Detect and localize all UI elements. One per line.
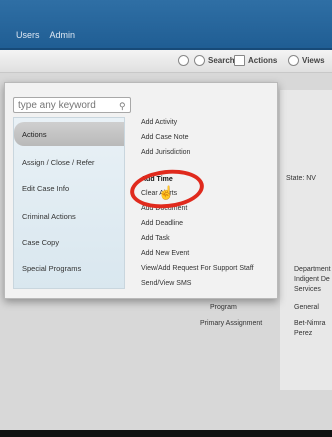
- program-label: Program: [210, 304, 237, 311]
- keyword-search-input[interactable]: [13, 97, 131, 113]
- state-field: State: NV: [286, 175, 316, 182]
- action-add-jurisdiction[interactable]: Add Jurisdiction: [141, 149, 190, 156]
- primary-assignment-label: Primary Assignment: [200, 320, 263, 327]
- action-send-view-sms[interactable]: Send/View SMS: [141, 280, 191, 287]
- category-case-copy[interactable]: Case Copy: [14, 230, 124, 254]
- department-line-2: Indigent De: [294, 276, 330, 283]
- primary-assignment-line-1: Bet-Nimra: [294, 320, 326, 327]
- category-criminal-actions[interactable]: Criminal Actions: [14, 204, 124, 228]
- top-nav: Users Admin: [16, 30, 83, 40]
- action-view-add-request-support-staff[interactable]: View/Add Request For Support Staff: [141, 265, 254, 272]
- category-list: Actions Assign / Close / Refer Edit Case…: [13, 117, 125, 289]
- top-navigation-bar: Users Admin: [0, 0, 332, 50]
- nav-admin[interactable]: Admin: [50, 30, 76, 40]
- category-special-programs[interactable]: Special Programs: [14, 256, 124, 280]
- actions-icon: [234, 55, 245, 66]
- add-button[interactable]: [178, 55, 189, 66]
- department-line-3: Services: [294, 286, 321, 293]
- hand-cursor-icon: ☝: [158, 185, 175, 200]
- case-details-panel: [280, 90, 332, 390]
- actions-button[interactable]: Actions: [234, 55, 277, 66]
- screen-bezel: [0, 430, 332, 437]
- action-add-task[interactable]: Add Task: [141, 235, 170, 242]
- search-icon: ⚲: [119, 101, 126, 111]
- category-actions[interactable]: Actions: [14, 122, 124, 146]
- department-line-1: Department: [294, 266, 331, 273]
- program-value: General: [294, 304, 319, 311]
- category-edit-case-info[interactable]: Edit Case Info: [14, 176, 124, 200]
- action-add-deadline[interactable]: Add Deadline: [141, 220, 183, 227]
- actions-label: Actions: [248, 56, 278, 65]
- action-add-new-event[interactable]: Add New Event: [141, 250, 189, 257]
- toolbar: Search Actions Views: [0, 50, 332, 73]
- search-button[interactable]: Search: [194, 55, 235, 66]
- views-label: Views: [302, 56, 325, 65]
- primary-assignment-line-2: Perez: [294, 330, 313, 337]
- eye-icon: [288, 55, 299, 66]
- category-assign-close-refer[interactable]: Assign / Close / Refer: [14, 150, 124, 174]
- views-button[interactable]: Views: [288, 55, 325, 66]
- search-icon: [194, 55, 205, 66]
- action-add-case-note[interactable]: Add Case Note: [141, 134, 188, 141]
- plus-icon: [178, 55, 189, 66]
- nav-users[interactable]: Users: [16, 30, 40, 40]
- action-add-activity[interactable]: Add Activity: [141, 119, 177, 126]
- search-label: Search: [208, 56, 235, 65]
